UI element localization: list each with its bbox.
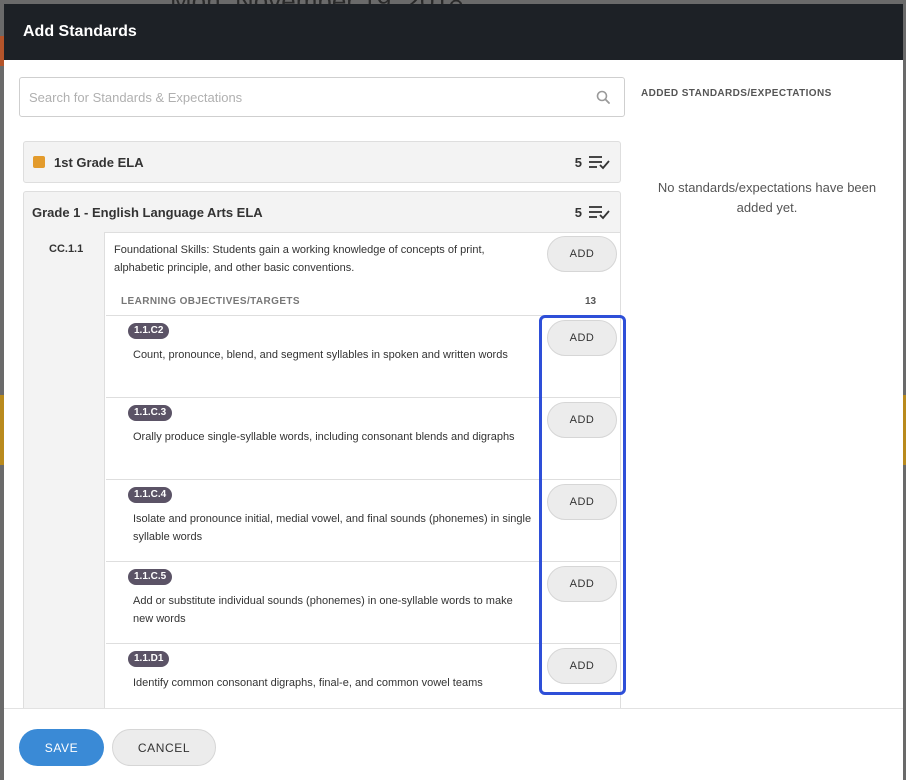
objective-code-badge: 1.1.C.3	[128, 405, 173, 421]
save-button[interactable]: SAVE	[19, 729, 104, 766]
objective-item: 1.1.C.4 Isolate and pronounce initial, m…	[106, 479, 620, 561]
standard-code: CC.1.1	[49, 243, 84, 255]
list-check-icon[interactable]	[588, 204, 610, 220]
modal-footer: SAVE CANCEL	[4, 708, 903, 780]
group-count: 5	[574, 204, 582, 220]
empty-message: No standards/expectations have been adde…	[657, 180, 877, 215]
objective-text: Orally produce single-syllable words, in…	[133, 431, 515, 443]
group-color-swatch	[33, 156, 45, 168]
added-panel-title: ADDED STANDARDS/EXPECTATIONS	[641, 88, 832, 99]
list-check-icon[interactable]	[588, 154, 610, 170]
standard-description: Foundational Skills: Students gain a wor…	[114, 244, 485, 274]
modal-header: Add Standards	[4, 4, 903, 60]
standard-group-1st-grade-ela[interactable]: 1st Grade ELA 5	[23, 141, 621, 183]
standard-detail: CC.1.1 Foundational Skills: Students gai…	[23, 232, 621, 712]
add-objective-button[interactable]: ADD	[547, 566, 617, 602]
standard-group-grade1-english[interactable]: Grade 1 - English Language Arts ELA 5	[23, 191, 621, 233]
objective-code-badge: 1.1.C2	[128, 323, 170, 339]
objective-item: 1.1.C.3 Orally produce single-syllable w…	[106, 397, 620, 479]
objective-code-badge: 1.1.C.4	[128, 487, 173, 503]
search-input[interactable]	[20, 78, 624, 116]
add-objective-button[interactable]: ADD	[547, 484, 617, 520]
add-objective-button[interactable]: ADD	[547, 648, 617, 684]
search-icon[interactable]	[596, 90, 610, 104]
add-objective-button[interactable]: ADD	[547, 320, 617, 356]
modal-title: Add Standards	[23, 23, 137, 40]
objectives-label: LEARNING OBJECTIVES/TARGETS	[121, 296, 300, 307]
objective-item: 1.1.C.5 Add or substitute individual sou…	[106, 561, 620, 643]
objective-text: Count, pronounce, blend, and segment syl…	[133, 349, 508, 361]
standard-code-column: CC.1.1	[24, 232, 105, 712]
group-count: 5	[574, 154, 582, 170]
objective-code-badge: 1.1.C.5	[128, 569, 173, 585]
objective-text: Identify common consonant digraphs, fina…	[133, 677, 483, 689]
add-standards-modal: Add Standards 1st Grade ELA 5 Grade 1 - …	[4, 4, 903, 780]
group-name: Grade 1 - English Language Arts ELA	[32, 204, 263, 220]
standards-browser: 1st Grade ELA 5 Grade 1 - English Langua…	[19, 77, 625, 712]
objectives-count: 13	[585, 296, 597, 307]
cancel-button[interactable]: CANCEL	[112, 729, 216, 766]
added-standards-panel: ADDED STANDARDS/EXPECTATIONS No standard…	[641, 88, 891, 215]
objective-item: 1.1.C2 Count, pronounce, blend, and segm…	[106, 315, 620, 397]
search-box	[19, 77, 625, 117]
group-name: 1st Grade ELA	[54, 154, 144, 170]
objective-code-badge: 1.1.D1	[128, 651, 170, 667]
add-objective-button[interactable]: ADD	[547, 402, 617, 438]
objective-text: Add or substitute individual sounds (pho…	[133, 595, 513, 625]
objective-item: 1.1.D1 Identify common consonant digraph…	[106, 643, 620, 712]
objective-text: Isolate and pronounce initial, medial vo…	[133, 513, 532, 543]
add-standard-button[interactable]: ADD	[547, 236, 617, 272]
